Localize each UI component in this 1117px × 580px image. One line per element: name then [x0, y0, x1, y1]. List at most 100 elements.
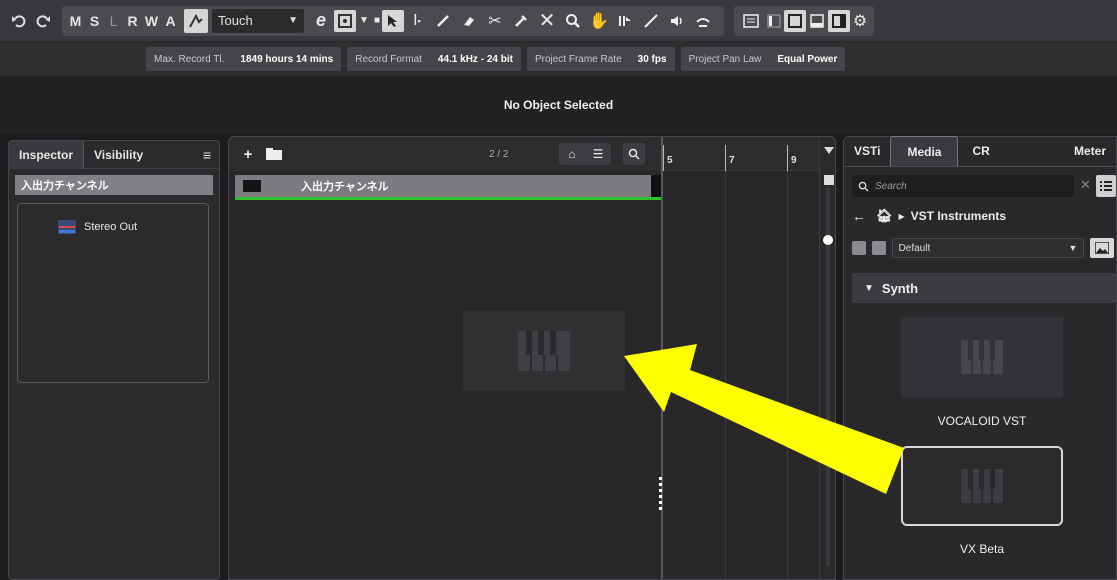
line-icon[interactable]	[638, 8, 664, 34]
tab-cr[interactable]: CR	[958, 136, 999, 166]
range-select-icon[interactable]: I ▪	[404, 8, 430, 34]
redo-icon[interactable]	[32, 8, 54, 34]
instrument-tile-vx-beta[interactable]	[901, 446, 1063, 526]
undo-icon[interactable]	[8, 8, 30, 34]
track-folder-icon[interactable]	[263, 143, 285, 165]
timeline-ruler[interactable]: 5 7 9	[663, 137, 819, 171]
clear-search-icon[interactable]: ✕	[1080, 177, 1091, 193]
glue-icon[interactable]	[508, 8, 534, 34]
main-toolbar: M S L R W A Touch ▼ e ▼ ■ I ▪ ✂ ✕ ✋ ⚙	[0, 0, 1117, 42]
erase-icon[interactable]	[456, 8, 482, 34]
e-logo-icon[interactable]: e	[308, 8, 334, 34]
search-input[interactable]: Search	[852, 175, 1074, 197]
status-line: No Object Selected	[0, 76, 1117, 134]
read-automation-button[interactable]: R	[123, 8, 142, 34]
divider-grip[interactable]	[659, 477, 662, 511]
max-record-time[interactable]: Max. Record Tl. 1849 hours 14 mins	[146, 47, 342, 71]
object-select-icon[interactable]	[382, 9, 404, 32]
write-automation-button[interactable]: W	[142, 8, 161, 34]
frame-rate-label: Project Frame Rate	[534, 53, 622, 65]
preset-select[interactable]: Default ▼	[891, 238, 1085, 258]
left-zone-inspector: Inspector Visibility ≡ 入出力チャンネル Stereo O…	[8, 140, 220, 580]
search-placeholder: Search	[875, 180, 907, 192]
image-view-icon[interactable]	[1090, 238, 1115, 258]
menu-icon[interactable]: ≡	[203, 147, 211, 163]
breadcrumb-label[interactable]: VST Instruments	[911, 209, 1006, 223]
add-track-button[interactable]: +	[237, 143, 259, 165]
tab-vsti[interactable]: VSTi	[844, 136, 890, 166]
constrain-delay-icon[interactable]	[334, 9, 356, 32]
zoom-handle[interactable]	[823, 235, 833, 245]
search-icon[interactable]	[623, 143, 645, 165]
automation-mode-label: Touch	[218, 13, 253, 28]
separator-dot-icon: ■	[373, 15, 381, 26]
color-icon[interactable]	[690, 8, 716, 34]
record-format-label: Record Format	[355, 53, 422, 65]
stereo-out-icon	[58, 220, 76, 234]
search-icon	[858, 181, 869, 192]
chevron-down-icon[interactable]	[824, 147, 834, 154]
right-zone-icon[interactable]	[828, 9, 850, 32]
preset-row: Default ▼	[852, 237, 1115, 259]
lower-zone-icon[interactable]	[806, 8, 828, 34]
tab-visibility[interactable]: Visibility	[84, 141, 153, 169]
ruler-bar-9: 9	[791, 155, 797, 166]
instrument-tile-vocaloid[interactable]	[901, 317, 1063, 397]
pan-law[interactable]: Project Pan Law Equal Power	[680, 47, 846, 71]
list-view-icon[interactable]	[1096, 175, 1116, 197]
instrument-label: VOCALOID VST	[937, 414, 1027, 428]
inspector-track-name[interactable]: 入出力チャンネル	[15, 175, 213, 195]
track-list-divider[interactable]	[661, 137, 663, 579]
synth-section-header[interactable]: ▼ Synth	[852, 273, 1116, 303]
preset-value: Default	[898, 242, 931, 254]
tab-media[interactable]: Media	[890, 136, 959, 166]
edit-flag-icon[interactable]	[824, 175, 834, 185]
home-icon[interactable]: 🏠︎	[876, 208, 893, 224]
back-arrow-icon[interactable]: ←	[852, 208, 866, 224]
folder-icon	[243, 180, 261, 192]
status-text: No Object Selected	[503, 98, 614, 112]
automation-a-button[interactable]: A	[161, 8, 180, 34]
tab-inspector[interactable]: Inspector	[9, 140, 85, 169]
comp-icon[interactable]	[612, 8, 638, 34]
chevron-down-icon: ▼	[1068, 243, 1078, 253]
play-speaker-icon[interactable]	[664, 8, 690, 34]
track-row[interactable]: 入出力チャンネル	[235, 175, 661, 197]
section-label: Synth	[881, 280, 919, 296]
preset-icon-2[interactable]	[871, 241, 886, 255]
breadcrumb: ← 🏠︎ ▶ VST Instruments	[852, 205, 1006, 227]
max-record-label: Max. Record Tl.	[154, 53, 225, 65]
automation-mode-select[interactable]: Touch ▼	[212, 8, 304, 33]
draw-pencil-icon[interactable]	[430, 8, 456, 34]
record-format[interactable]: Record Format 44.1 kHz - 24 bit	[347, 47, 521, 71]
ruler-bar-7: 7	[729, 155, 735, 166]
settings-gear-icon[interactable]: ⚙	[850, 8, 870, 34]
collapse-triangle-icon: ▼	[864, 282, 874, 294]
zoom-icon[interactable]	[560, 8, 586, 34]
track-count: 2 / 2	[489, 148, 509, 160]
preset-icon-1[interactable]	[852, 241, 866, 255]
track-list-header: + 2 / 2 ⌂ ☰	[229, 137, 661, 171]
inspector-zone-icon[interactable]	[784, 9, 806, 32]
keyboard-icon[interactable]	[738, 8, 764, 34]
tab-meter[interactable]: Meter	[1064, 136, 1116, 166]
vertical-scrollbar[interactable]	[819, 137, 835, 579]
left-zone-icon[interactable]	[764, 8, 784, 34]
piano-icon	[961, 340, 1003, 374]
mute-button[interactable]: M	[66, 8, 85, 34]
output-routing[interactable]: Stereo Out	[58, 220, 137, 234]
listen-button[interactable]: L	[104, 8, 123, 34]
mute-x-icon[interactable]: ✕	[534, 8, 560, 34]
hand-icon[interactable]: ✋	[586, 8, 612, 34]
list-view-icon[interactable]: ☰	[587, 143, 609, 165]
solo-button[interactable]: S	[85, 8, 104, 34]
grid-line	[725, 171, 726, 579]
frame-rate[interactable]: Project Frame Rate 30 fps	[526, 47, 675, 71]
chevron-down-icon[interactable]: ▼	[356, 8, 372, 34]
home-icon[interactable]: ⌂	[561, 143, 583, 165]
split-scissors-icon[interactable]: ✂	[482, 8, 508, 34]
automation-mode-icon[interactable]	[184, 8, 208, 33]
piano-icon	[961, 469, 1003, 503]
right-zone-tabs: VSTi Media CR Meter	[844, 136, 1116, 167]
info-line: Max. Record Tl. 1849 hours 14 mins Recor…	[0, 42, 1117, 76]
